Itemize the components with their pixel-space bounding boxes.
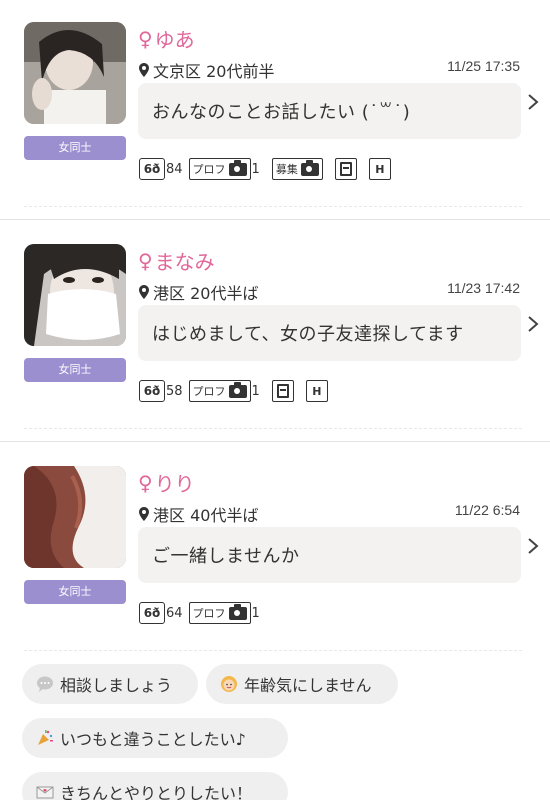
category-tag: 女同士 — [24, 136, 126, 160]
category-tag: 女同士 — [24, 580, 126, 604]
location: 港区 20代半ば — [139, 280, 258, 304]
glasses-icon: 6ð — [139, 602, 165, 624]
location-pin-icon — [139, 507, 149, 521]
location-label: 港区 40代半ば — [153, 506, 259, 525]
location: 文京区 20代前半 — [139, 58, 274, 82]
chevron-right-icon[interactable] — [526, 92, 540, 112]
avatar-image — [24, 466, 126, 568]
recruit-photos[interactable]: 募集 — [271, 158, 323, 180]
female-icon: ♀ — [138, 470, 153, 495]
hotel-icon[interactable]: H — [305, 380, 328, 402]
camera-icon — [228, 159, 247, 176]
views-count: 6ð 58 — [139, 380, 183, 402]
category-tag: 女同士 — [24, 358, 126, 382]
stats-row: 6ð 64 プロフ 1 — [139, 602, 260, 624]
chevron-right-icon[interactable] — [526, 314, 540, 334]
smiley-face-icon — [221, 676, 237, 692]
avatar[interactable] — [24, 466, 126, 568]
chip-consult[interactable]: 相談しましょう — [22, 664, 198, 704]
user-card[interactable]: 女同士 ♀ まなみ 港区 20代半ば 11/23 17:42 はじめまして、女の… — [0, 244, 550, 442]
avatar-image — [24, 244, 126, 346]
user-card[interactable]: 女同士 ♀ りり 港区 40代半ば 11/22 6:54 ご一緒しませんか 6ð… — [0, 466, 550, 656]
camera-icon — [228, 381, 247, 398]
avatar[interactable] — [24, 22, 126, 124]
user-name-label: りり — [154, 472, 195, 496]
location: 港区 40代半ば — [139, 502, 258, 526]
camera-icon — [300, 159, 319, 176]
user-name[interactable]: ♀ りり — [138, 468, 195, 497]
party-popper-icon — [38, 730, 53, 745]
female-icon: ♀ — [138, 248, 153, 273]
message-bubble[interactable]: はじめまして、女の子友達探してます — [138, 305, 521, 361]
female-icon: ♀ — [138, 26, 153, 51]
avatar-image — [24, 22, 126, 124]
user-name-label: ゆあ — [154, 28, 195, 52]
location-label: 港区 20代半ば — [153, 284, 259, 303]
glasses-icon: 6ð — [139, 158, 165, 180]
user-card[interactable]: 女同士 ♀ ゆあ 文京区 20代前半 11/25 17:35 おんなのことお話し… — [0, 22, 550, 220]
user-name-label: まなみ — [154, 250, 215, 274]
message-bubble[interactable]: おんなのことお話したい (˙꒳˙) — [138, 83, 521, 139]
camera-icon — [228, 603, 247, 620]
stats-row: 6ð 58 プロフ 1 H — [139, 380, 328, 402]
speech-bubble-icon — [37, 676, 53, 692]
envelope-icon — [36, 786, 54, 799]
location-pin-icon — [139, 63, 149, 77]
timestamp: 11/23 17:42 — [447, 280, 520, 296]
profile-photos[interactable]: プロフ 1 — [188, 380, 260, 402]
glasses-icon: 6ð — [139, 380, 165, 402]
stats-row: 6ð 84 プロフ 1 募集 H — [139, 158, 391, 180]
user-name[interactable]: ♀ ゆあ — [138, 24, 195, 53]
document-icon[interactable] — [334, 158, 357, 180]
avatar[interactable] — [24, 244, 126, 346]
location-label: 文京区 20代前半 — [153, 62, 275, 81]
chip-age[interactable]: 年齢気にしません — [206, 664, 398, 704]
views-count: 6ð 84 — [139, 158, 183, 180]
document-icon[interactable] — [271, 380, 294, 402]
profile-photos[interactable]: プロフ 1 — [188, 158, 260, 180]
chevron-right-icon[interactable] — [526, 536, 540, 556]
timestamp: 11/25 17:35 — [447, 58, 520, 74]
message-bubble[interactable]: ご一緒しませんか — [138, 527, 521, 583]
views-count: 6ð 64 — [139, 602, 183, 624]
chip-exchange[interactable]: きちんとやりとりしたい！ — [22, 772, 288, 800]
timestamp: 11/22 6:54 — [454, 502, 520, 518]
location-pin-icon — [139, 285, 149, 299]
chip-different[interactable]: いつもと違うことしたい♪ — [22, 718, 288, 758]
hotel-icon[interactable]: H — [368, 158, 391, 180]
profile-photos[interactable]: プロフ 1 — [188, 602, 260, 624]
user-name[interactable]: ♀ まなみ — [138, 246, 215, 275]
